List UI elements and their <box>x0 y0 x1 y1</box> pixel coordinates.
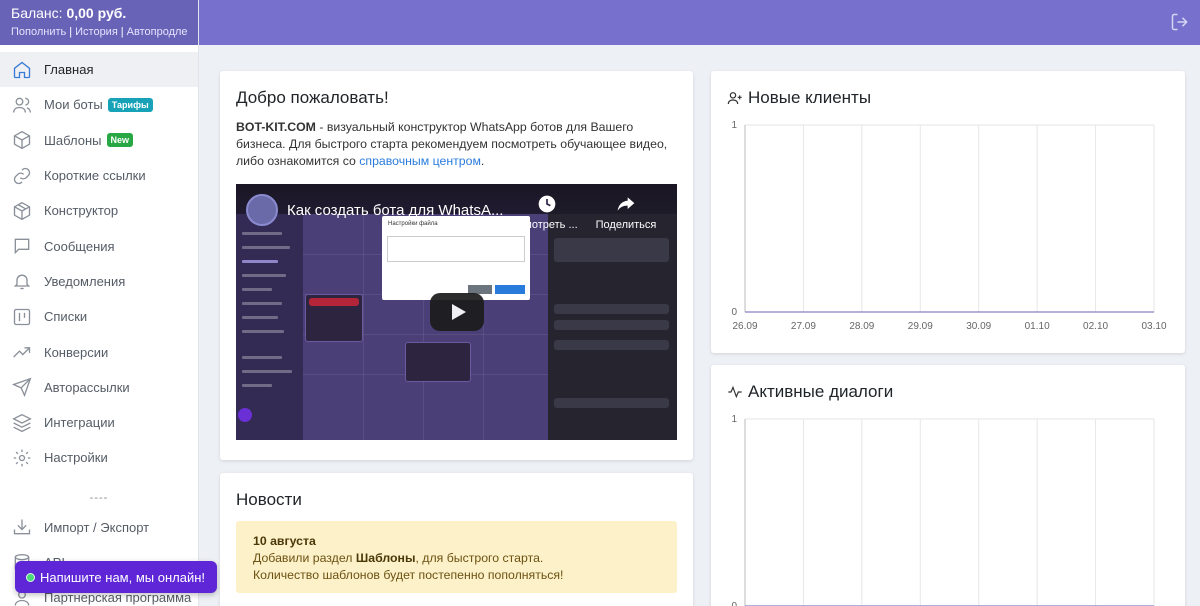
sidebar-item-messages[interactable]: Сообщения <box>0 228 198 263</box>
menu-separator: ---- <box>89 491 109 504</box>
cube-icon <box>11 200 33 222</box>
online-chat-button[interactable]: Напишите нам, мы онлайн! <box>15 561 218 593</box>
sidebar-item-label: Интеграции <box>44 415 115 431</box>
sidebar-item-templates[interactable]: Шаблоны New <box>0 123 198 158</box>
clock-icon <box>538 195 556 213</box>
sidebar-item-home[interactable]: Главная <box>0 52 198 88</box>
sidebar-item-label: Настройки <box>44 450 108 466</box>
message-icon <box>11 235 33 257</box>
y-tick-label: 1 <box>731 414 737 425</box>
sidebar-item-conversions[interactable]: Конверсии <box>0 334 198 369</box>
sidebar-item-settings[interactable]: Настройки <box>0 440 198 475</box>
history-link[interactable]: История <box>75 26 118 38</box>
video-chat-icon <box>238 408 252 422</box>
x-tick-label: 30.09 <box>966 321 991 332</box>
y-tick-label: 0 <box>731 307 737 318</box>
news-title: Новости <box>236 490 302 509</box>
welcome-title: Добро пожаловать! <box>236 88 389 107</box>
balance-value: 0,00 руб. <box>66 5 127 21</box>
sidebar-item-my-bots[interactable]: Мои боты Тарифы <box>0 87 198 122</box>
tariffs-badge[interactable]: Тарифы <box>107 97 153 112</box>
sidebar-item-label: Списки <box>44 309 88 325</box>
welcome-card: Добро пожаловать! BOT-KIT.COM - визуальн… <box>220 71 693 460</box>
sidebar-item-notifications[interactable]: Уведомления <box>0 264 198 299</box>
online-status-icon <box>26 572 35 582</box>
help-center-link[interactable]: справочным центром <box>359 154 481 168</box>
sidebar-item-label: Мои боты <box>44 97 103 113</box>
x-tick-label: 26.09 <box>732 321 757 332</box>
active-dialogs-card: Активные диалоги 01 <box>711 365 1185 606</box>
topup-link[interactable]: Пополнить <box>11 26 66 38</box>
logout-icon[interactable] <box>1170 12 1190 32</box>
x-tick-label: 02.10 <box>1083 321 1108 332</box>
sidebar-item-import-export[interactable]: Импорт / Экспорт <box>0 510 198 545</box>
welcome-text: BOT-KIT.COM - визуальный конструктор Wha… <box>236 120 668 168</box>
layers-icon <box>11 412 33 434</box>
new-badge: New <box>106 133 134 148</box>
sidebar-item-label: Шаблоны <box>44 132 102 148</box>
sidebar-item-label: Уведомления <box>44 273 126 289</box>
bell-icon <box>11 270 33 292</box>
new-clients-chart: 0 1 26.09 27.09 28.09 29.09 30.09 01.10 02.10 03.… <box>731 120 1167 332</box>
sidebar-item-label: Импорт / Экспорт <box>44 519 150 535</box>
list-icon <box>11 306 33 328</box>
balance-panel: Баланс: 0,00 руб. Пополнить | История | Авто… <box>0 0 198 45</box>
watch-later-button[interactable]: Смотреть ... <box>514 194 580 231</box>
sidebar-item-label: Сообщения <box>44 238 115 254</box>
sidebar-item-short-links[interactable]: Короткие ссылки <box>0 158 198 193</box>
brand-name: BOT-KIT.COM <box>236 120 316 134</box>
x-tick-label: 29.09 <box>908 321 933 332</box>
news-item: 10 августа Добавили раздел Шаблоны, для … <box>236 521 677 593</box>
sidebar-item-constructor[interactable]: Конструктор <box>0 193 198 228</box>
sidebar: Баланс: 0,00 руб. Пополнить | История | Авто… <box>0 0 199 606</box>
sidebar-item-lists[interactable]: Списки <box>0 299 198 334</box>
autorenew-link[interactable]: Автопродле... <box>127 26 187 38</box>
x-tick-label: 27.09 <box>791 321 816 332</box>
sidebar-item-label: Авторассылки <box>44 379 130 395</box>
y-tick-label: 0 <box>731 601 737 606</box>
sidebar-menu: Главная Мои боты Тарифы Шаблоны New Коро… <box>0 52 198 606</box>
channel-avatar[interactable] <box>246 194 278 226</box>
sidebar-item-integrations[interactable]: Интеграции <box>0 405 198 440</box>
users-icon <box>11 94 33 116</box>
share-icon <box>617 197 635 211</box>
tutorial-video[interactable]: Настройки файла Как создать бота для Wha… <box>236 184 677 440</box>
news-card: Новости 10 августа Добавили раздел Шабло… <box>220 473 693 606</box>
home-icon <box>11 59 33 81</box>
gear-icon <box>11 447 33 469</box>
sidebar-item-autosend[interactable]: Авторассылки <box>0 370 198 405</box>
x-tick-label: 28.09 <box>849 321 874 332</box>
sidebar-item-label: Конверсии <box>44 344 109 360</box>
download-icon <box>11 516 33 538</box>
video-app-sidebar <box>236 214 303 440</box>
sidebar-item-label: Главная <box>44 62 94 78</box>
y-tick-label: 1 <box>731 120 737 131</box>
link-icon <box>11 165 33 187</box>
new-clients-card: Новые клиенты 0 1 26.09 27.09 28.09 29.09 30.0… <box>711 71 1185 353</box>
news-date: 10 августа <box>253 534 316 548</box>
x-tick-label: 03.10 <box>1141 321 1166 332</box>
sidebar-item-label: Короткие ссылки <box>44 168 146 184</box>
share-button[interactable]: Поделиться <box>591 194 661 231</box>
balance-label: Баланс: <box>11 5 63 21</box>
send-icon <box>11 376 33 398</box>
chat-button-label: Напишите нам, мы онлайн! <box>40 569 206 585</box>
sidebar-item-label: Конструктор <box>44 203 119 219</box>
video-title[interactable]: Как создать бота для WhatsA... <box>287 202 503 219</box>
x-tick-label: 01.10 <box>1025 321 1050 332</box>
play-button[interactable] <box>430 293 484 331</box>
video-settings-dialog: Настройки файла <box>382 216 530 300</box>
box-icon <box>11 129 33 151</box>
trend-icon <box>11 341 33 363</box>
active-dialogs-chart: 01 <box>731 414 1155 606</box>
